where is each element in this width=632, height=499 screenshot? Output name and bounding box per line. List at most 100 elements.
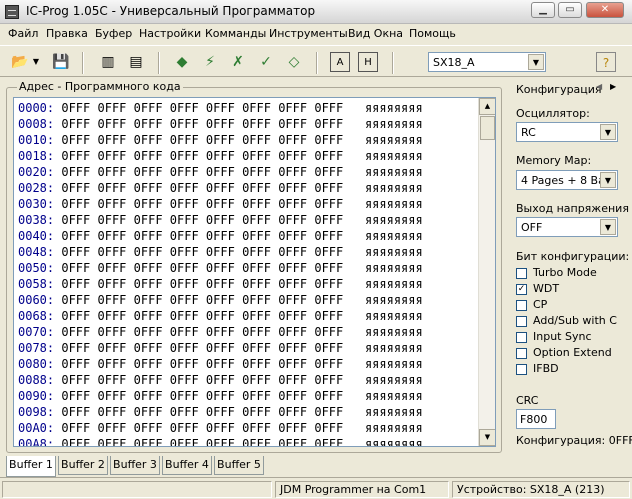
checkbox-empty-icon[interactable] [516, 363, 527, 375]
hex-word[interactable]: 0FFF [242, 293, 271, 307]
checkbox-empty-icon[interactable] [516, 331, 527, 343]
hex-word[interactable]: 0FFF [206, 389, 235, 403]
save-icon[interactable]: 💾 [51, 52, 71, 72]
hex-word[interactable]: 0FFF [170, 245, 199, 259]
program-chip-icon[interactable]: ⚡ [200, 52, 220, 72]
hex-word[interactable]: 0FFF [206, 357, 235, 371]
hex-word[interactable]: 0FFF [242, 101, 271, 115]
chevron-left-icon[interactable]: ◀ [596, 82, 602, 91]
hex-word[interactable]: 0FFF [170, 437, 199, 446]
hex-word[interactable]: 0FFF [170, 117, 199, 131]
config-bit-checkbox[interactable]: Option Extend [516, 346, 612, 360]
hex-word[interactable]: 0FFF [170, 261, 199, 275]
chevron-down-icon[interactable]: ▼ [528, 54, 544, 70]
hex-word[interactable]: 0FFF [61, 437, 90, 446]
hex-word[interactable]: 0FFF [98, 213, 127, 227]
hex-word[interactable]: 0FFF [242, 229, 271, 243]
hex-word[interactable]: 0FFF [242, 357, 271, 371]
hex-word[interactable]: 0FFF [242, 165, 271, 179]
hex-word[interactable]: 0FFF [98, 389, 127, 403]
hex-word[interactable]: 0FFF [134, 229, 163, 243]
hex-word[interactable]: 0FFF [242, 325, 271, 339]
hex-word[interactable]: 0FFF [170, 213, 199, 227]
hex-word[interactable]: 0FFF [134, 309, 163, 323]
hex-word[interactable]: 0FFF [98, 149, 127, 163]
hex-word[interactable]: 0FFF [98, 181, 127, 195]
hex-word[interactable]: 0FFF [170, 165, 199, 179]
hex-word[interactable]: 0FFF [170, 197, 199, 211]
hex-word[interactable]: 0FFF [61, 197, 90, 211]
checkbox-empty-icon[interactable] [516, 299, 527, 311]
hex-word[interactable]: 0FFF [134, 405, 163, 419]
hex-word[interactable]: 0FFF [314, 245, 343, 259]
device-select[interactable]: SX18_A ▼ [428, 52, 546, 72]
hex-word[interactable]: 0FFF [98, 197, 127, 211]
menu-settings[interactable]: Настройки [139, 27, 201, 40]
vertical-scrollbar[interactable]: ▲ ▼ [478, 98, 495, 446]
hex-word[interactable]: 0FFF [278, 101, 307, 115]
checkbox-empty-icon[interactable] [516, 315, 527, 327]
hex-word[interactable]: 0FFF [134, 341, 163, 355]
hex-word[interactable]: 0FFF [134, 197, 163, 211]
hex-word[interactable]: 0FFF [314, 341, 343, 355]
hex-word[interactable]: 0FFF [278, 245, 307, 259]
hex-word[interactable]: 0FFF [170, 133, 199, 147]
hex-word[interactable]: 0FFF [61, 101, 90, 115]
tab-buffer-2[interactable]: Buffer 2 [58, 456, 108, 475]
hex-word[interactable]: 0FFF [314, 117, 343, 131]
hex-word[interactable]: 0FFF [98, 165, 127, 179]
hex-word[interactable]: 0FFF [242, 197, 271, 211]
hex-word[interactable]: 0FFF [206, 325, 235, 339]
hex-word[interactable]: 0FFF [134, 213, 163, 227]
minimize-button[interactable]: ▁ [531, 2, 555, 18]
hex-word[interactable]: 0FFF [278, 421, 307, 435]
hex-word[interactable]: 0FFF [61, 389, 90, 403]
hex-word[interactable]: 0FFF [170, 101, 199, 115]
hex-word[interactable]: 0FFF [314, 213, 343, 227]
hex-word[interactable]: 0FFF [134, 293, 163, 307]
hex-word[interactable]: 0FFF [61, 405, 90, 419]
hex-word[interactable]: 0FFF [98, 357, 127, 371]
menu-commands[interactable]: Комманды [205, 27, 266, 40]
close-button[interactable]: ✕ [586, 2, 624, 18]
hex-word[interactable]: 0FFF [314, 437, 343, 446]
hex-word[interactable]: 0FFF [242, 181, 271, 195]
hex-word[interactable]: 0FFF [170, 357, 199, 371]
hex-word[interactable]: 0FFF [242, 341, 271, 355]
hex-word[interactable]: 0FFF [242, 133, 271, 147]
hex-word[interactable]: 0FFF [61, 181, 90, 195]
config-bit-checkbox[interactable]: ✓ WDT [516, 282, 559, 296]
menu-help[interactable]: Помощь [409, 27, 456, 40]
menu-edit[interactable]: Правка [46, 27, 88, 40]
config-bit-checkbox[interactable]: Add/Sub with C [516, 314, 617, 328]
hex-word[interactable]: 0FFF [134, 357, 163, 371]
hex-word[interactable]: 0FFF [314, 149, 343, 163]
hex-word[interactable]: 0FFF [314, 325, 343, 339]
hex-editor[interactable]: 0000: 0FFF 0FFF 0FFF 0FFF 0FFF 0FFF 0FFF… [13, 97, 496, 447]
hex-word[interactable]: 0FFF [98, 293, 127, 307]
oscillator-select[interactable]: RC ▼ [516, 122, 618, 142]
hex-word[interactable]: 0FFF [206, 373, 235, 387]
hex-word[interactable]: 0FFF [98, 405, 127, 419]
menu-file[interactable]: Файл [8, 27, 38, 40]
hex-word[interactable]: 0FFF [98, 261, 127, 275]
hex-word[interactable]: 0FFF [98, 325, 127, 339]
hex-word[interactable]: 0FFF [61, 277, 90, 291]
hex-word[interactable]: 0FFF [206, 405, 235, 419]
hex-word[interactable]: 0FFF [242, 437, 271, 446]
chip-info-icon[interactable]: ▤ [126, 52, 146, 72]
hex-word[interactable]: 0FFF [61, 373, 90, 387]
hex-word[interactable]: 0FFF [134, 437, 163, 446]
hex-word[interactable]: 0FFF [314, 261, 343, 275]
hex-word[interactable]: 0FFF [206, 181, 235, 195]
hex-word[interactable]: 0FFF [98, 421, 127, 435]
hex-word[interactable]: 0FFF [278, 197, 307, 211]
hex-word[interactable]: 0FFF [170, 277, 199, 291]
memory-map-select[interactable]: 4 Pages + 8 Banl ▼ [516, 170, 618, 190]
hex-word[interactable]: 0FFF [314, 181, 343, 195]
hex-word[interactable]: 0FFF [278, 389, 307, 403]
hex-word[interactable]: 0FFF [170, 389, 199, 403]
hex-word[interactable]: 0FFF [314, 197, 343, 211]
hex-word[interactable]: 0FFF [278, 437, 307, 446]
dropdown-arrow-icon[interactable]: ▼ [31, 52, 41, 72]
